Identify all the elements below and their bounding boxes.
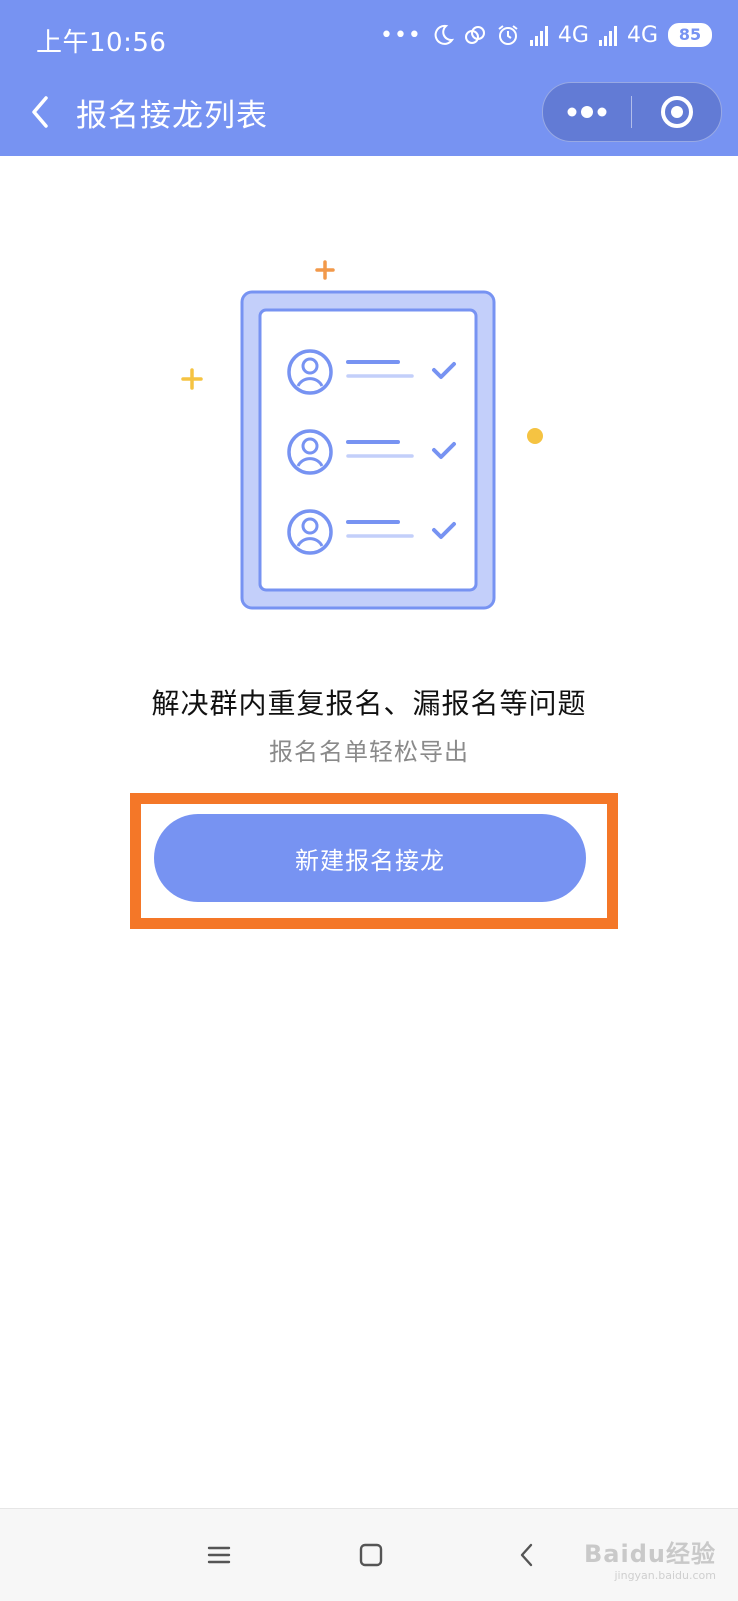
moon-icon — [434, 24, 454, 45]
status-time: 上午10:56 — [36, 28, 167, 58]
alarm-icon — [498, 25, 518, 45]
mini-program-capsule — [542, 82, 722, 142]
subline-text: 报名名单轻松导出 — [269, 738, 469, 766]
status-icons: ••• 4G 4G 85 — [380, 18, 712, 52]
top-bar: 上午10:56 ••• 4G 4G 85 报名接龙列表 — [0, 0, 738, 156]
signal-icon-2 — [598, 24, 617, 46]
menu-icon — [207, 1546, 231, 1564]
back-triangle-icon — [520, 1543, 533, 1567]
plus-decoration-orange — [315, 260, 335, 280]
headline-text: 解决群内重复报名、漏报名等问题 — [151, 687, 587, 720]
more-notifications-icon: ••• — [379, 22, 422, 48]
plus-decoration-yellow — [181, 368, 203, 390]
signal-icon — [529, 24, 548, 46]
nav-bar: 报名接龙列表 — [0, 78, 738, 144]
clipboard-paper — [258, 308, 478, 592]
watermark-url: jingyan.baidu.com — [614, 1569, 716, 1582]
home-square-icon — [359, 1543, 383, 1567]
page-title: 报名接龙列表 — [76, 98, 268, 134]
more-button[interactable] — [543, 83, 631, 141]
back-nav-button[interactable] — [503, 1531, 551, 1579]
menu-button[interactable] — [195, 1531, 243, 1579]
close-button[interactable] — [632, 83, 721, 141]
network-label-2: 4G — [626, 22, 658, 48]
chevron-left-icon[interactable] — [26, 92, 56, 132]
create-signup-button[interactable]: 新建报名接龙 — [154, 814, 586, 902]
home-button[interactable] — [347, 1531, 395, 1579]
network-label-1: 4G — [557, 22, 589, 48]
link-icon — [464, 26, 485, 44]
more-dots-icon — [567, 106, 607, 118]
watermark-text: Baidu经验 — [584, 1540, 716, 1568]
dot-decoration — [527, 428, 543, 444]
status-bar: 上午10:56 ••• 4G 4G 85 — [0, 0, 738, 70]
target-circle-icon — [660, 96, 693, 128]
signup-list-illustration — [181, 260, 543, 610]
watermark: Baidu经验 jingyan.baidu.com — [584, 1534, 716, 1582]
battery-icon: 85 — [668, 23, 712, 47]
